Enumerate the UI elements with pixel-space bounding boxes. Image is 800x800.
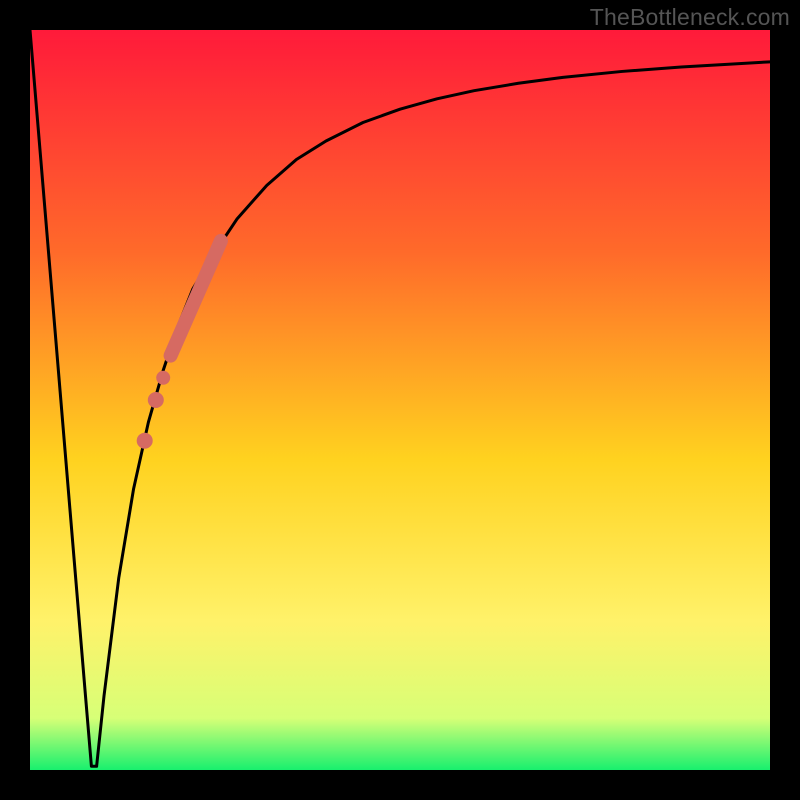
curve-dot [156, 371, 170, 385]
curve-dot [148, 392, 164, 408]
bottleneck-chart: TheBottleneck.com [0, 0, 800, 800]
watermark-text: TheBottleneck.com [590, 4, 790, 31]
chart-svg [0, 0, 800, 800]
curve-dot [137, 433, 153, 449]
plot-area [30, 30, 770, 770]
